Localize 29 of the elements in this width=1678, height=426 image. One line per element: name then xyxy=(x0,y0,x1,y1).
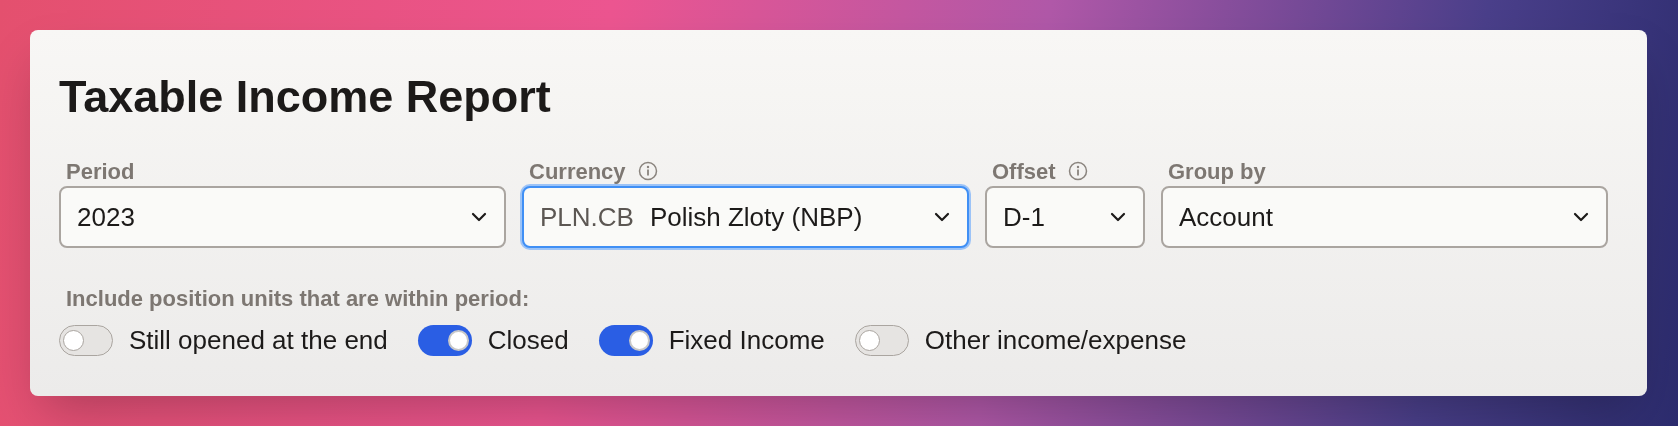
chevron-down-icon xyxy=(933,211,951,223)
include-label: Include position units that are within period: xyxy=(65,285,530,313)
select-value: Account xyxy=(1179,200,1273,234)
chevron-down-icon xyxy=(470,211,488,223)
currency-code: PLN.CB xyxy=(540,200,634,234)
select-value: 2023 xyxy=(77,200,135,234)
info-icon xyxy=(637,161,658,181)
toggle-switch[interactable] xyxy=(854,325,909,356)
dropdown-select[interactable]: Account xyxy=(1161,186,1608,248)
toggle-label: Closed xyxy=(487,324,569,357)
field-label: Currency xyxy=(529,157,626,186)
field-label: Period xyxy=(66,157,135,186)
dropdown-select[interactable]: 2023 xyxy=(59,186,506,248)
chevron-down-icon xyxy=(1572,211,1590,223)
dropdown-select[interactable]: D-1 xyxy=(985,186,1145,248)
toggle-switch[interactable] xyxy=(417,325,472,356)
toggle-switch[interactable] xyxy=(59,325,113,356)
info-icon xyxy=(1067,161,1088,181)
toggle-label: Fixed Income xyxy=(668,324,825,357)
field-label: Offset xyxy=(992,157,1056,186)
dropdown-select[interactable]: PLN.CB Polish Zloty (NBP) xyxy=(522,186,969,248)
select-value: Polish Zloty (NBP) xyxy=(649,200,863,234)
chevron-down-icon xyxy=(1109,211,1127,223)
report-title: Taxable Income Report xyxy=(59,70,551,124)
toggle-label: Other income/expense xyxy=(924,324,1187,357)
field-label: Group by xyxy=(1168,157,1266,186)
toggle-switch[interactable] xyxy=(598,325,653,356)
toggle-label: Still opened at the end xyxy=(129,324,388,357)
select-value: D-1 xyxy=(1003,200,1045,234)
